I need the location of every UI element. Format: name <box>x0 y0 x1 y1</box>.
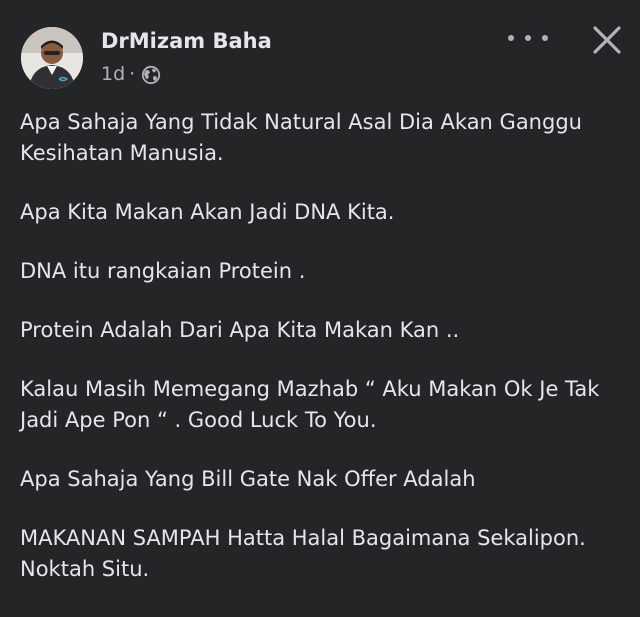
avatar-image <box>21 27 83 89</box>
globe-icon[interactable] <box>141 65 161 85</box>
post-text: Apa Sahaja Yang Tidak Natural Asal Dia A… <box>20 107 624 585</box>
post-paragraph: MAKANAN SAMPAH Hatta Halal Bagaimana Sek… <box>20 526 586 581</box>
post-paragraph: Protein Adalah Dari Apa Kita Makan Kan .… <box>20 318 460 342</box>
post-meta: 1d · <box>101 61 161 87</box>
more-horizontal-icon <box>508 35 514 41</box>
post-paragraph: Kalau Masih Memegang Mazhab “ Aku Makan … <box>20 377 600 432</box>
post-paragraph: Apa Sahaja Yang Tidak Natural Asal Dia A… <box>20 110 582 165</box>
close-button[interactable] <box>589 22 625 58</box>
close-icon <box>593 26 621 54</box>
author-name[interactable]: DrMizam Baha <box>101 27 272 55</box>
more-options-button[interactable] <box>508 28 548 48</box>
post-time[interactable]: 1d <box>101 63 125 85</box>
meta-separator: · <box>129 63 136 85</box>
post-paragraph: Apa Kita Makan Akan Jadi DNA Kita. <box>20 200 395 224</box>
post-paragraph: DNA itu rangkaian Protein . <box>20 259 306 283</box>
post-header: DrMizam Baha 1d · <box>0 0 640 95</box>
post-paragraph: Apa Sahaja Yang Bill Gate Nak Offer Adal… <box>20 467 476 491</box>
author-avatar[interactable] <box>21 27 83 89</box>
